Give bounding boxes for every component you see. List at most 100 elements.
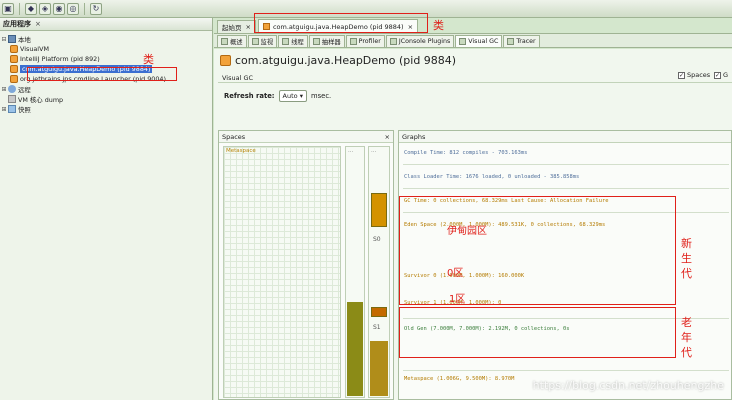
survivor-1-fill: [371, 307, 387, 317]
tab-label: Tracer: [516, 38, 536, 45]
refresh-rate-control: Refresh rate: Auto ▾ msec.: [224, 90, 331, 102]
tab-jconsole-plugins[interactable]: JConsole Plugins: [385, 35, 455, 47]
annotation-class-top: 类: [433, 19, 444, 32]
snapshot-icon[interactable]: ◉: [53, 2, 65, 15]
snapshot-icon: [8, 105, 16, 113]
plugin-icon: [389, 38, 397, 45]
annotation-old-gen: 老 年 代: [681, 316, 692, 359]
tree-node-label: 本地: [18, 35, 31, 44]
tab-label: 线程: [291, 39, 304, 46]
divider: [403, 188, 729, 189]
tree-node-label: VM 核心 dump: [18, 95, 64, 104]
divider: [403, 164, 729, 165]
annotation-young-gen: 新 生 代: [681, 237, 692, 280]
graph-compile-time: Compile Time: 812 compiles - 703.163ms: [404, 150, 528, 156]
young-gen-column: ... S0 S1: [368, 146, 390, 398]
close-icon[interactable]: ×: [246, 23, 251, 31]
tab-label: 概述: [230, 39, 243, 46]
refresh-rate-value: Auto: [282, 92, 298, 100]
refresh-rate-label: Refresh rate:: [224, 92, 275, 100]
tree-node-label: VisualVM: [20, 45, 49, 53]
tab-sampler[interactable]: 抽样器: [308, 35, 345, 47]
spaces-panel-header: Spaces ×: [219, 131, 393, 143]
tab-threads[interactable]: 线程: [278, 35, 308, 47]
tab-visual-gc[interactable]: Visual GC: [455, 35, 503, 47]
visual-gc-icon: [459, 38, 467, 45]
applications-panel-title: 应用程序: [3, 20, 31, 28]
tab-label: Profiler: [358, 38, 381, 45]
tree-node-core-dump[interactable]: VM 核心 dump: [0, 94, 212, 104]
collapse-icon[interactable]: ⊟: [0, 36, 8, 43]
threaddump-icon[interactable]: ◈: [39, 2, 51, 15]
annotation-eden-zone: 伊甸园区: [447, 226, 487, 237]
graph-class-loader: Class Loader Time: 1676 loaded, 0 unload…: [404, 174, 580, 180]
page-title: com.atguigu.java.HeapDemo (pid 9884): [220, 54, 456, 67]
tab-start-page[interactable]: 起始页 ×: [217, 20, 256, 33]
java-app-icon: [10, 75, 18, 83]
java-app-icon: [10, 45, 18, 53]
graphs-checkbox[interactable]: ✓ G: [714, 71, 728, 79]
java-app-icon: [10, 65, 18, 73]
tab-tracer[interactable]: Tracer: [503, 35, 540, 47]
refresh-rate-unit: msec.: [310, 92, 332, 100]
tree-node-visualvm[interactable]: VisualVM: [0, 44, 212, 54]
expand-icon[interactable]: ⊞: [0, 86, 8, 93]
annotation-box-heapdemo: [27, 67, 177, 81]
close-icon[interactable]: ×: [35, 20, 41, 28]
checkbox-label: Spaces: [687, 71, 711, 79]
annotation-zone-1: 1区: [449, 294, 466, 305]
java-app-icon: [10, 55, 18, 63]
checkbox-checked-icon[interactable]: ✓: [678, 71, 685, 79]
spaces-panel-title: Spaces: [222, 132, 246, 141]
survivor-0-label: S0: [373, 236, 381, 243]
tree-node-local[interactable]: ⊟ 本地: [0, 34, 212, 44]
tab-profiler[interactable]: Profiler: [345, 35, 385, 47]
heapdump-icon[interactable]: ◆: [25, 2, 37, 15]
tab-label: 监视: [260, 39, 274, 46]
refresh-rate-select[interactable]: Auto ▾: [278, 90, 307, 102]
threads-icon: [282, 38, 290, 45]
open-app-icon[interactable]: ▣: [2, 2, 14, 15]
tab-label: Visual GC: [468, 38, 499, 45]
tab-label: 抽样器: [321, 39, 341, 46]
expand-icon[interactable]: ⊞: [0, 106, 8, 113]
tree-node-snapshots[interactable]: ⊞ 快照: [0, 104, 212, 114]
visual-gc-label: Visual GC: [222, 74, 254, 82]
divider: [218, 82, 732, 83]
spaces-checkbox[interactable]: ✓ Spaces: [678, 71, 710, 79]
graphs-panel-header: Graphs: [399, 131, 731, 143]
graph-metaspace: Metaspace (1.006G, 9.500M): 8.970M: [404, 376, 515, 382]
close-icon[interactable]: ×: [385, 133, 390, 141]
tab-monitor[interactable]: 监视: [247, 35, 278, 47]
tree-node-label: 快照: [18, 105, 31, 114]
compare-icon[interactable]: ◎: [67, 2, 79, 15]
survivor-1-label: S1: [373, 324, 381, 331]
refresh-icon[interactable]: ↻: [90, 2, 102, 15]
watermark: https://blog.csdn.net/zhouhengzhe: [532, 379, 724, 392]
annotation-box-young-gen: [399, 196, 676, 305]
spaces-panel: Spaces × Metaspace ... ... S0 S1: [218, 130, 394, 400]
tree-node-remote[interactable]: ⊞ 远程: [0, 84, 212, 94]
column-caption: ...: [371, 148, 377, 154]
annotation-zone-0: 0区: [447, 268, 464, 279]
remote-host-icon: [8, 85, 16, 93]
column-caption: ...: [348, 148, 354, 154]
tab-overview[interactable]: 概述: [217, 35, 247, 47]
toolbar-separator: [84, 2, 85, 15]
tree-node-intellij[interactable]: IntelliJ Platform (pid 892): [0, 54, 212, 64]
old-gen-fill: [347, 302, 363, 396]
annotation-class-left: 类: [143, 53, 154, 66]
tracer-icon: [507, 38, 515, 45]
checkbox-checked-icon[interactable]: ✓: [714, 71, 721, 79]
overview-icon: [221, 38, 228, 45]
annotation-box-app-tab: [254, 13, 428, 33]
old-gen-column: ...: [345, 146, 365, 398]
toolbar-separator: [19, 2, 20, 15]
tab-label: 起始页: [222, 24, 242, 32]
tree-node-label: IntelliJ Platform (pid 892): [20, 55, 100, 63]
chevron-down-icon: ▾: [299, 92, 303, 100]
divider: [403, 370, 729, 371]
survivor-0-fill: [371, 193, 387, 227]
monitor-icon: [251, 38, 259, 45]
view-tabs: 概述 监视 线程 抽样器 Profiler JConsole Plugins V…: [214, 34, 732, 48]
